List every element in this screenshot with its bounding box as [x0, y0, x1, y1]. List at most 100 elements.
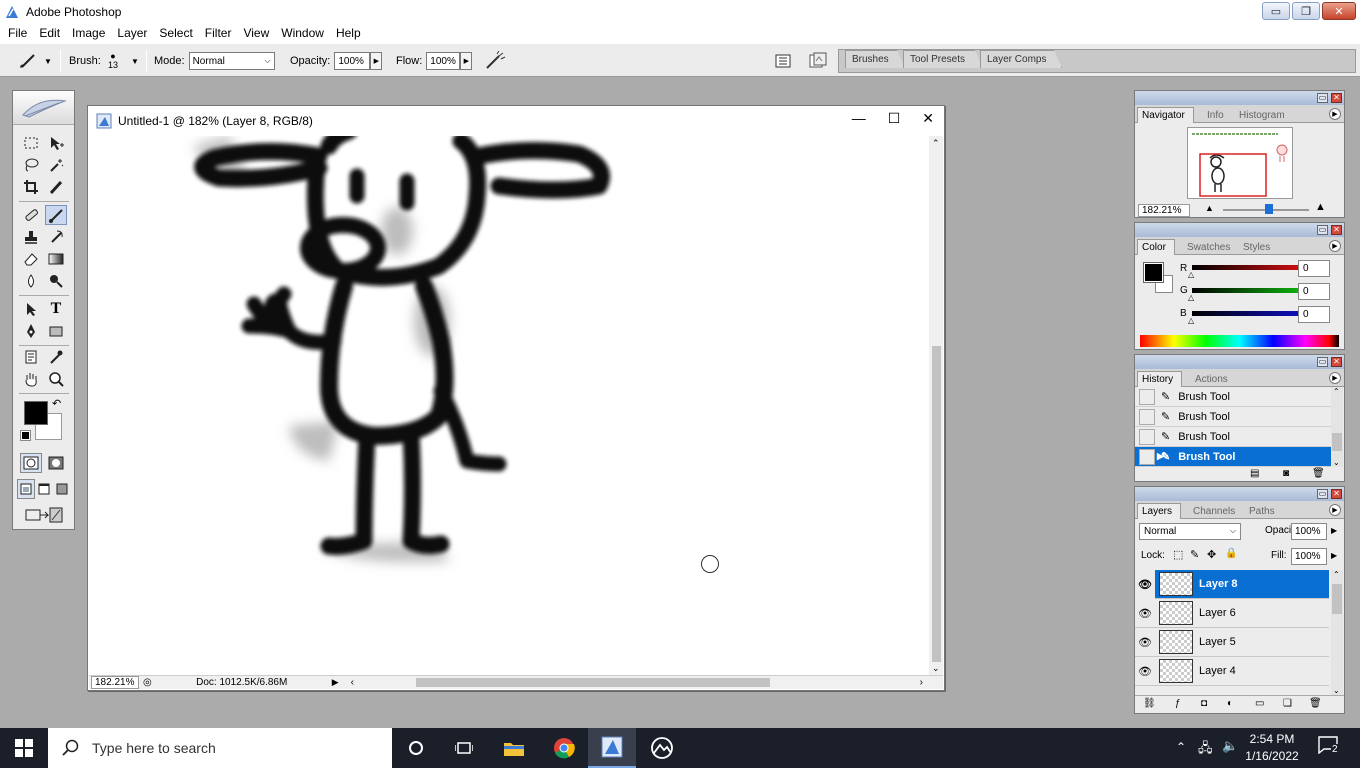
layer-style-icon[interactable]: ƒ	[1175, 698, 1181, 709]
move-tool[interactable]	[45, 133, 67, 153]
task-view-button[interactable]	[440, 728, 488, 768]
tab-channels[interactable]: Channels	[1189, 503, 1243, 519]
palette-menu-button[interactable]	[775, 44, 791, 78]
menu-file[interactable]: File	[2, 26, 33, 40]
lock-transparency-icon[interactable]: ⬚	[1173, 548, 1183, 561]
tool-preset-picker[interactable]: ▼	[18, 44, 52, 78]
flow-input[interactable]: 100%	[426, 52, 461, 70]
layer-mask-icon[interactable]: ◘	[1201, 698, 1207, 709]
photoshop-taskbar-button[interactable]	[588, 728, 636, 768]
color-spectrum-bar[interactable]	[1140, 335, 1339, 347]
zoom-field[interactable]: 182.21%	[91, 676, 139, 689]
well-tab-tool-presets[interactable]: Tool Presets	[903, 50, 983, 68]
scroll-down-icon[interactable]: ⌄	[1333, 458, 1340, 467]
app-taskbar-button[interactable]	[638, 728, 686, 768]
menu-select[interactable]: Select	[153, 26, 198, 40]
panel-minimize-icon[interactable]: ▭	[1317, 93, 1328, 103]
slice-tool[interactable]	[45, 177, 67, 197]
swap-colors-icon[interactable]: ↶	[52, 397, 61, 410]
history-item[interactable]: ✎ Brush Tool	[1135, 387, 1331, 407]
clone-stamp-tool[interactable]	[20, 227, 42, 247]
scroll-left-icon[interactable]: ‹	[351, 677, 354, 688]
adjustment-layer-icon[interactable]: ◐	[1227, 698, 1233, 709]
lock-all-icon[interactable]: 🔒	[1225, 548, 1237, 559]
scroll-up-icon[interactable]: ⌃	[1333, 570, 1340, 579]
screen-mode-standard[interactable]	[17, 479, 35, 499]
tab-layers[interactable]: Layers	[1137, 503, 1182, 519]
channel-b-input[interactable]: 0	[1298, 306, 1330, 323]
crop-tool[interactable]	[20, 177, 42, 197]
notification-center-button[interactable]: 2	[1318, 736, 1342, 760]
menu-view[interactable]: View	[237, 26, 275, 40]
magic-wand-tool[interactable]	[45, 155, 67, 175]
panel-close-icon[interactable]: ✕	[1331, 357, 1342, 367]
channel-g-input[interactable]: 0	[1298, 283, 1330, 300]
tab-navigator[interactable]: Navigator	[1137, 107, 1194, 123]
doc-close-button[interactable]: ✕	[922, 110, 934, 127]
default-colors-icon[interactable]	[20, 430, 31, 441]
eraser-tool[interactable]	[20, 249, 42, 269]
slider-thumb-icon[interactable]: △	[1188, 316, 1194, 325]
menu-image[interactable]: Image	[66, 26, 111, 40]
image-canvas[interactable]	[89, 136, 930, 676]
trash-icon[interactable]: 🗑	[1312, 468, 1325, 479]
history-item[interactable]: ✎ Brush Tool	[1135, 407, 1331, 427]
status-info-icon[interactable]: ◎	[143, 677, 152, 688]
menu-help[interactable]: Help	[330, 26, 367, 40]
scroll-down-icon[interactable]: ⌄	[932, 663, 940, 674]
menu-edit[interactable]: Edit	[33, 26, 66, 40]
eye-icon[interactable]: 👁	[1135, 665, 1155, 678]
vertical-scrollbar[interactable]: ⌃ ⌄	[929, 136, 943, 676]
opacity-slider-button[interactable]: ▶	[370, 52, 383, 70]
pen-tool[interactable]	[20, 321, 42, 341]
zoom-out-icon[interactable]: ▲	[1205, 203, 1214, 213]
panel-menu-arrow-icon[interactable]: ▶	[1329, 504, 1341, 516]
start-button[interactable]	[0, 728, 48, 768]
channel-b-slider[interactable]	[1192, 311, 1310, 316]
fill-input[interactable]: 100%	[1291, 548, 1327, 565]
layer-row[interactable]: 👁 Layer 6	[1135, 599, 1329, 628]
close-button[interactable]: ✕	[1322, 2, 1356, 20]
foreground-color-swatch-top[interactable]	[24, 401, 48, 425]
volume-icon[interactable]: 🔈	[1222, 738, 1238, 754]
airbrush-button[interactable]	[484, 44, 506, 78]
history-scrollbar[interactable]: ⌃ ⌄	[1331, 387, 1343, 467]
menu-window[interactable]: Window	[275, 26, 330, 40]
panel-menu-arrow-icon[interactable]: ▶	[1329, 372, 1341, 384]
toolbox-header[interactable]	[13, 91, 74, 125]
tab-swatches[interactable]: Swatches	[1183, 239, 1238, 255]
slider-thumb-icon[interactable]: △	[1188, 293, 1194, 302]
horizontal-scroll-thumb[interactable]	[416, 678, 770, 687]
new-snapshot-icon[interactable]: ◙	[1283, 468, 1289, 479]
navigator-preview[interactable]	[1187, 127, 1293, 199]
minimize-button[interactable]: ▭	[1262, 2, 1290, 20]
slider-thumb-icon[interactable]: △	[1188, 270, 1194, 279]
brush-tool[interactable]	[45, 205, 67, 225]
taskbar-search[interactable]: Type here to search	[48, 728, 392, 768]
well-tab-brushes[interactable]: Brushes	[845, 50, 905, 68]
layer-row[interactable]: 👁 Layer 4	[1135, 657, 1329, 686]
history-brush-tool[interactable]	[45, 227, 67, 247]
lock-image-icon[interactable]: ✎	[1190, 548, 1199, 561]
opacity-arrow-icon[interactable]: ▶	[1331, 526, 1337, 535]
type-tool[interactable]: T	[45, 299, 67, 319]
vertical-scroll-thumb[interactable]	[932, 346, 941, 662]
tab-info[interactable]: Info	[1203, 107, 1232, 123]
screen-mode-full-menu[interactable]	[35, 479, 53, 499]
system-clock[interactable]: 2:54 PM 1/16/2022	[1240, 731, 1304, 765]
eye-icon[interactable]: 👁	[1135, 636, 1155, 649]
zoom-tool[interactable]	[45, 369, 67, 389]
layer-row[interactable]: 👁 Layer 8	[1135, 569, 1329, 599]
show-hidden-icons-icon[interactable]: ⌃	[1176, 740, 1186, 754]
panel-close-icon[interactable]: ✕	[1331, 489, 1342, 499]
layer-opacity-input[interactable]: 100%	[1291, 523, 1327, 540]
history-source-checkbox[interactable]	[1139, 408, 1155, 425]
tab-histogram[interactable]: Histogram	[1235, 107, 1293, 123]
history-source-checkbox[interactable]	[1139, 448, 1155, 465]
tab-paths[interactable]: Paths	[1245, 503, 1283, 519]
restore-button[interactable]: ❐	[1292, 2, 1320, 20]
scroll-right-icon[interactable]: ›	[920, 677, 923, 688]
tab-actions[interactable]: Actions	[1191, 371, 1236, 387]
layers-scroll-thumb[interactable]	[1332, 584, 1342, 614]
shape-tool[interactable]	[45, 321, 67, 341]
